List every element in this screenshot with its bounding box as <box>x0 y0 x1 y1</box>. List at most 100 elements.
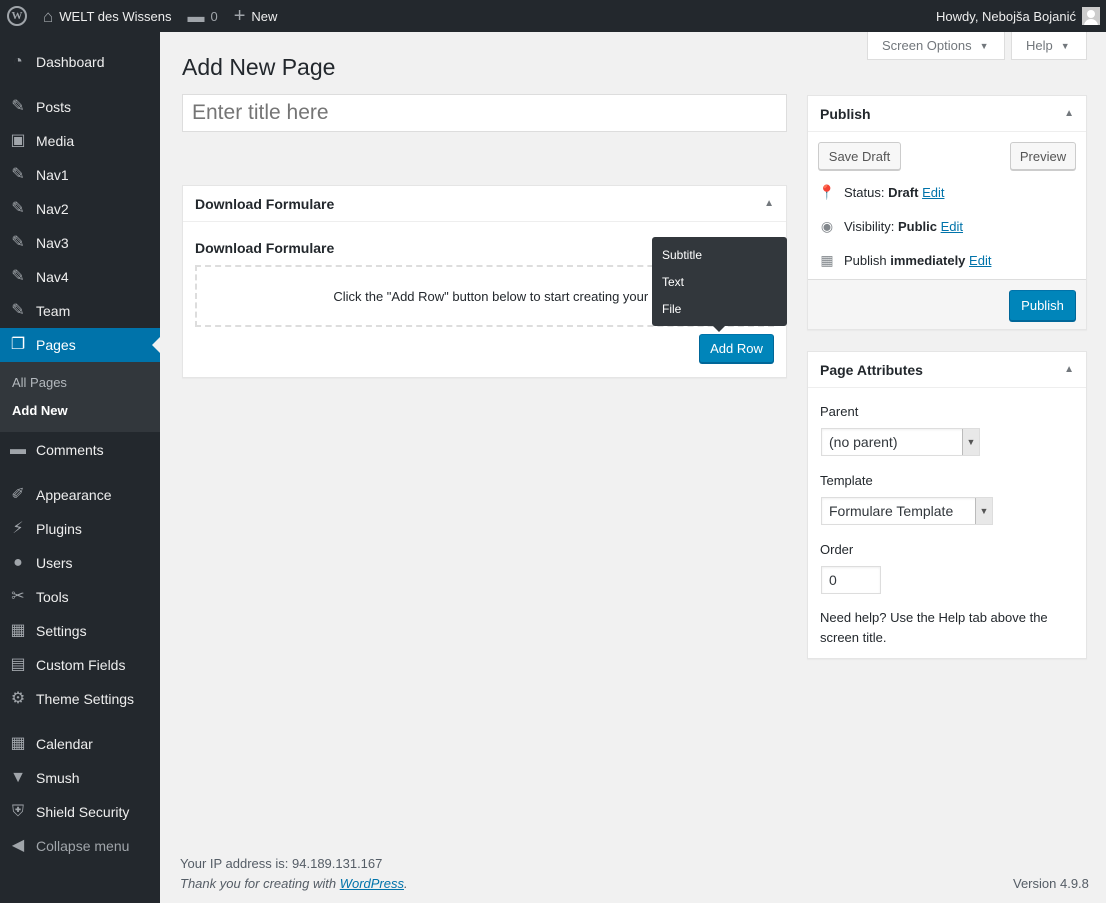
sidebar-item-posts[interactable]: ✎ Posts <box>0 90 160 124</box>
caret-down-icon: ▼ <box>1060 40 1070 51</box>
page-attributes-title: Page Attributes <box>820 361 923 378</box>
sidebar-item-label: Comments <box>36 442 104 458</box>
sidebar-item-label: Users <box>36 555 73 571</box>
publish-actions: Publish <box>808 279 1086 329</box>
status-value: Draft <box>888 185 919 200</box>
submenu-all-pages[interactable]: All Pages <box>12 375 67 390</box>
sidebar-item-label: Plugins <box>36 521 82 537</box>
pin-icon: ✎ <box>11 268 25 285</box>
sidebar-item-comments[interactable]: ▬ Comments <box>0 433 160 467</box>
footer-thanks: Thank you for creating with WordPress. <box>180 876 408 891</box>
status-row: 📍 Status: Draft Edit <box>818 184 944 201</box>
sidebar-item-tools[interactable]: ✂ Tools <box>0 580 160 614</box>
pin-icon: ✎ <box>11 98 25 115</box>
sidebar-item-label: Theme Settings <box>36 691 135 707</box>
new-content-link[interactable]: + New <box>226 0 286 32</box>
comments-link[interactable]: ▬ 0 <box>180 0 226 32</box>
help-text-line-1: Need help? Use the Help tab above the <box>820 610 1048 625</box>
collapse-toggle-icon[interactable]: ▲ <box>1064 108 1074 119</box>
screen-options-button[interactable]: Screen Options ▼ <box>867 32 1005 60</box>
edit-status-link[interactable]: Edit <box>922 185 944 200</box>
users-icon: ● <box>13 554 23 571</box>
collapse-toggle-icon[interactable]: ▲ <box>1064 364 1074 375</box>
publish-label: Publish <box>844 253 887 268</box>
sidebar-item-settings[interactable]: ▦ Settings <box>0 614 160 648</box>
admin-sidebar: All Pages Add New ◔ Dashboard ✎ Posts ▣ Media… <box>0 32 160 903</box>
add-row-button[interactable]: Add Row <box>699 334 774 363</box>
sidebar-item-calendar[interactable]: ▦ Calendar <box>0 727 160 761</box>
tools-icon: ✂ <box>11 588 25 605</box>
sidebar-item-dashboard[interactable]: ◔ Dashboard <box>0 45 160 79</box>
field-label: Download Formulare <box>195 240 335 256</box>
sidebar-item-media[interactable]: ▣ Media <box>0 124 160 158</box>
sidebar-item-smush[interactable]: ▼ Smush <box>0 761 160 795</box>
shield-icon: ⛨ <box>11 803 24 820</box>
submenu-add-new[interactable]: Add New <box>12 403 68 418</box>
sidebar-item-shield-security[interactable]: ⛨ Shield Security <box>0 795 160 829</box>
help-text-line-2: screen title. <box>820 630 887 645</box>
sidebar-item-collapse-menu[interactable]: ◀ Collapse menu <box>0 829 160 863</box>
media-icon: ▣ <box>10 132 26 149</box>
collapse-toggle-icon[interactable]: ▲ <box>764 198 774 209</box>
popup-item-text[interactable]: Text <box>662 275 684 289</box>
edit-visibility-link[interactable]: Edit <box>941 219 963 234</box>
popup-item-subtitle[interactable]: Subtitle <box>662 248 702 262</box>
visibility-row: ◉ Visibility: Public Edit <box>818 218 963 235</box>
sidebar-item-nav3[interactable]: ✎ Nav3 <box>0 226 160 260</box>
visibility-value: Public <box>897 219 937 234</box>
pages-icon: ❐ <box>10 336 26 353</box>
template-select[interactable]: Formulare Template ▼ <box>821 497 993 525</box>
wordpress-link[interactable]: WordPress <box>340 876 404 891</box>
pin-icon: ✎ <box>11 234 25 251</box>
help-text: Need help? Use the Help tab above the sc… <box>820 608 1048 648</box>
sidebar-item-nav4[interactable]: ✎ Nav4 <box>0 260 160 294</box>
popup-item-file[interactable]: File <box>662 302 681 316</box>
sidebar-item-label: Smush <box>36 770 80 786</box>
sidebar-item-appearance[interactable]: ✐ Appearance <box>0 478 160 512</box>
sidebar-item-label: Nav2 <box>36 201 69 217</box>
sidebar-item-label: Posts <box>36 99 72 115</box>
wp-logo-menu[interactable]: W <box>0 0 35 32</box>
sidebar-item-custom-fields[interactable]: ▤ Custom Fields <box>0 648 160 682</box>
preview-button[interactable]: Preview <box>1010 142 1076 170</box>
order-value: 0 <box>829 572 837 588</box>
admin-bar: W ⌂ WELT des Wissens ▬ 0 + New Howdy, Ne… <box>0 0 1106 32</box>
empty-layout-text: Click the "Add Row" button below to star… <box>333 288 676 304</box>
order-input[interactable]: 0 <box>821 566 881 594</box>
publish-date-row: ▦ Publish immediately Edit <box>818 252 991 269</box>
help-button[interactable]: Help ▼ <box>1011 32 1087 60</box>
my-account-menu[interactable]: Howdy, Nebojša Bojanić <box>928 0 1106 32</box>
order-label: Order <box>820 542 854 557</box>
download-box-header[interactable]: Download Formulare ▲ <box>183 186 786 222</box>
pin-icon: 📍 <box>818 184 836 200</box>
sidebar-item-users[interactable]: ● Users <box>0 546 160 580</box>
sidebar-item-team[interactable]: ✎ Team <box>0 294 160 328</box>
page-attributes-box: Page Attributes ▲ Parent (no parent) ▼ T… <box>807 351 1087 659</box>
appearance-icon: ✐ <box>11 486 25 503</box>
publish-button[interactable]: Publish <box>1009 290 1076 321</box>
save-draft-button[interactable]: Save Draft <box>818 142 901 170</box>
page-attributes-header[interactable]: Page Attributes ▲ <box>808 352 1086 388</box>
edit-publish-date-link[interactable]: Edit <box>969 253 991 268</box>
sidebar-item-label: Team <box>36 303 71 319</box>
sidebar-item-pages[interactable]: ❐ Pages <box>0 328 160 362</box>
status-label: Status: <box>844 185 885 200</box>
sidebar-item-theme-settings[interactable]: ⚙ Theme Settings <box>0 682 160 716</box>
template-label: Template <box>820 473 873 488</box>
site-name-link[interactable]: ⌂ WELT des Wissens <box>35 0 180 32</box>
new-label: New <box>251 8 278 24</box>
publish-box-header[interactable]: Publish ▲ <box>808 96 1086 132</box>
sidebar-item-label: Shield Security <box>36 804 130 820</box>
home-icon: ⌂ <box>43 6 54 26</box>
sidebar-item-nav2[interactable]: ✎ Nav2 <box>0 192 160 226</box>
sidebar-item-nav1[interactable]: ✎ Nav1 <box>0 158 160 192</box>
ip-address-text: Your IP address is: 94.189.131.167 <box>180 856 383 871</box>
parent-select[interactable]: (no parent) ▼ <box>821 428 980 456</box>
sidebar-item-plugins[interactable]: ⚡ Plugins <box>0 512 160 546</box>
comments-icon: ▬ <box>10 441 26 458</box>
sidebar-item-label: Settings <box>36 623 87 639</box>
parent-value: (no parent) <box>829 434 898 450</box>
pages-submenu: All Pages Add New <box>0 361 160 432</box>
publish-box-title: Publish <box>820 105 871 122</box>
title-input[interactable] <box>182 94 787 132</box>
